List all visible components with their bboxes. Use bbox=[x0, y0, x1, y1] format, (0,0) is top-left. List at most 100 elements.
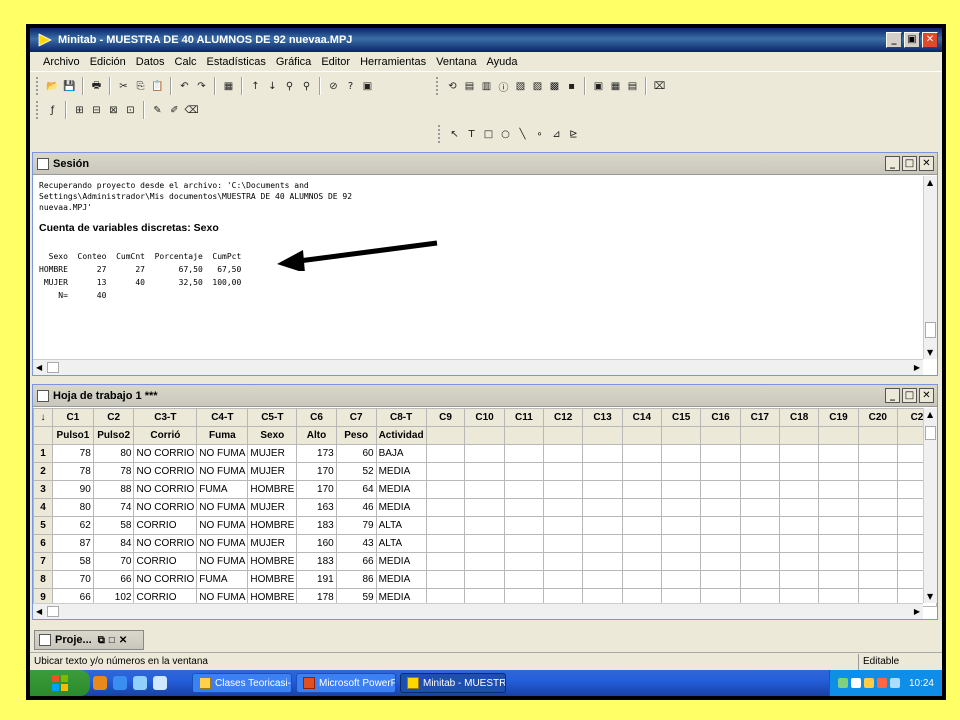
worksheet-cell[interactable]: MUJER bbox=[247, 444, 298, 463]
worksheet-cell[interactable]: NO CORRIO bbox=[133, 498, 198, 517]
worksheet-cell[interactable]: MEDIA bbox=[375, 498, 427, 517]
column-id-header[interactable]: C13 bbox=[582, 408, 623, 427]
copy-icon[interactable]: ⎘ bbox=[133, 78, 148, 95]
history-icon[interactable]: ▧ bbox=[513, 78, 528, 95]
column-id-header[interactable]: C6 bbox=[296, 408, 337, 427]
worksheet-cell[interactable] bbox=[464, 444, 505, 463]
worksheet-cell[interactable] bbox=[660, 534, 702, 553]
start-button[interactable] bbox=[30, 670, 90, 696]
antivirus-icon[interactable] bbox=[876, 678, 887, 688]
worksheet-cell[interactable]: 163 bbox=[296, 498, 337, 517]
column-name-cell[interactable]: Actividad bbox=[375, 426, 427, 445]
row-number[interactable]: 6 bbox=[33, 534, 54, 553]
worksheet-cell[interactable] bbox=[660, 570, 702, 589]
grid-corner[interactable]: ↓ bbox=[33, 408, 54, 427]
session-output[interactable]: Recuperando proyecto desde el archivo: '… bbox=[33, 176, 923, 359]
toolbar-grip[interactable] bbox=[36, 77, 40, 95]
task-powerpoint[interactable]: Microsoft PowerP... bbox=[296, 673, 396, 693]
worksheet-cell[interactable] bbox=[543, 444, 584, 463]
worksheet-cell[interactable] bbox=[503, 444, 545, 463]
worksheet-cell[interactable]: NO FUMA bbox=[196, 534, 249, 553]
worksheet-cell[interactable]: ALTA bbox=[375, 534, 427, 553]
worksheet-cell[interactable] bbox=[739, 516, 780, 535]
session-minimize-button[interactable]: _ bbox=[885, 156, 900, 171]
worksheet-cell[interactable] bbox=[425, 570, 466, 589]
worksheet-cell[interactable] bbox=[543, 516, 584, 535]
info-icon[interactable]: ⓘ bbox=[496, 78, 511, 95]
session-scroll-thumb[interactable] bbox=[925, 322, 936, 338]
worksheet-cell[interactable]: MEDIA bbox=[375, 480, 427, 499]
worksheet-cell[interactable]: 170 bbox=[296, 462, 337, 481]
window-titlebar[interactable]: Minitab - MUESTRA DE 40 ALUMNOS DE 92 nu… bbox=[30, 28, 942, 52]
column-id-header[interactable]: C18 bbox=[778, 408, 820, 427]
worksheet-cell[interactable]: 62 bbox=[52, 516, 94, 535]
worksheet-cell[interactable]: 183 bbox=[296, 552, 337, 571]
worksheet-cell[interactable]: MUJER bbox=[247, 462, 298, 481]
menu-ventana[interactable]: Ventana bbox=[431, 56, 481, 68]
worksheet-cell[interactable]: MEDIA bbox=[375, 552, 427, 571]
worksheet-cell[interactable] bbox=[660, 462, 702, 481]
minimize-button[interactable]: _ bbox=[886, 32, 902, 48]
column-name-rownum[interactable] bbox=[33, 426, 54, 445]
worksheet-cell[interactable] bbox=[700, 444, 741, 463]
move-columns-icon[interactable]: ⊡ bbox=[123, 102, 138, 119]
find-icon[interactable]: ⚲ bbox=[282, 78, 297, 95]
worksheet-cell[interactable]: 70 bbox=[92, 552, 135, 571]
worksheet-cell[interactable] bbox=[621, 444, 663, 463]
row-number[interactable]: 8 bbox=[33, 570, 54, 589]
worksheet-cell[interactable] bbox=[464, 516, 505, 535]
column-id-header[interactable]: C12 bbox=[543, 408, 584, 427]
show-desktop-icon[interactable] bbox=[133, 676, 147, 690]
worksheet-vertical-scrollbar[interactable]: ▲ ▼ bbox=[923, 408, 937, 603]
close-icon[interactable]: ✕ bbox=[119, 635, 127, 646]
worksheet-cell[interactable] bbox=[425, 462, 466, 481]
paste-icon[interactable]: 📋 bbox=[150, 78, 165, 95]
worksheet-cell[interactable]: 66 bbox=[335, 552, 377, 571]
worksheet-cell[interactable] bbox=[700, 462, 741, 481]
project-manager-minimized[interactable]: Proje... ⧉ □ ✕ bbox=[34, 630, 144, 650]
scroll-up-icon[interactable]: ▲ bbox=[927, 178, 933, 187]
row-number[interactable]: 5 bbox=[33, 516, 54, 535]
report-pad-icon[interactable]: ▨ bbox=[530, 78, 545, 95]
worksheet-cell[interactable]: NO FUMA bbox=[196, 552, 249, 571]
worksheet-cell[interactable] bbox=[857, 444, 898, 463]
column-name-cell[interactable]: Peso bbox=[335, 426, 377, 445]
task-minitab[interactable]: Minitab - MUESTR... bbox=[400, 673, 506, 693]
worksheet-cell[interactable] bbox=[778, 534, 820, 553]
row-number[interactable]: 2 bbox=[33, 462, 54, 481]
worksheet-cell[interactable]: HOMBRE bbox=[247, 480, 298, 499]
worksheet-cell[interactable]: CORRIO bbox=[133, 552, 198, 571]
worksheet-cell[interactable]: 160 bbox=[296, 534, 337, 553]
column-id-header[interactable]: C3-T bbox=[133, 408, 198, 427]
worksheet-cell[interactable]: NO FUMA bbox=[196, 516, 249, 535]
worksheet-cell[interactable] bbox=[543, 462, 584, 481]
worksheet-cell[interactable] bbox=[857, 516, 898, 535]
worksheet-cell[interactable]: NO CORRIO bbox=[133, 462, 198, 481]
language-icon[interactable] bbox=[889, 678, 900, 688]
row-number[interactable]: 4 bbox=[33, 498, 54, 517]
worksheet-cell[interactable] bbox=[621, 480, 663, 499]
scroll-right-icon[interactable]: ▶ bbox=[914, 607, 920, 616]
worksheet-cell[interactable]: MUJER bbox=[247, 498, 298, 517]
help-icon[interactable]: ? bbox=[343, 78, 358, 95]
column-name-cell[interactable]: Pulso2 bbox=[92, 426, 135, 445]
show-graphs-icon[interactable]: ▥ bbox=[479, 78, 494, 95]
column-id-header[interactable]: C11 bbox=[503, 408, 545, 427]
task-clases-teoricas[interactable]: Clases Teoricasi-... bbox=[192, 673, 292, 693]
worksheet-cell[interactable]: 79 bbox=[335, 516, 377, 535]
column-name-cell[interactable] bbox=[621, 426, 663, 445]
column-id-header[interactable]: C4-T bbox=[196, 408, 249, 427]
worksheet-cell[interactable] bbox=[425, 516, 466, 535]
worksheet-cell[interactable] bbox=[739, 570, 780, 589]
worksheet-cell[interactable]: 183 bbox=[296, 516, 337, 535]
column-name-cell[interactable] bbox=[543, 426, 584, 445]
line-tool-icon[interactable]: ╲ bbox=[515, 126, 530, 143]
worksheet-cell[interactable] bbox=[778, 462, 820, 481]
session-vertical-scrollbar[interactable]: ▲ ▼ bbox=[923, 176, 937, 359]
scroll-left-icon[interactable]: ◀ bbox=[36, 607, 42, 616]
columns-icon[interactable]: ▤ bbox=[625, 78, 640, 95]
column-name-cell[interactable] bbox=[582, 426, 623, 445]
column-id-header[interactable]: C1 bbox=[52, 408, 94, 427]
worksheet-cell[interactable] bbox=[660, 552, 702, 571]
worksheet-cell[interactable] bbox=[739, 462, 780, 481]
